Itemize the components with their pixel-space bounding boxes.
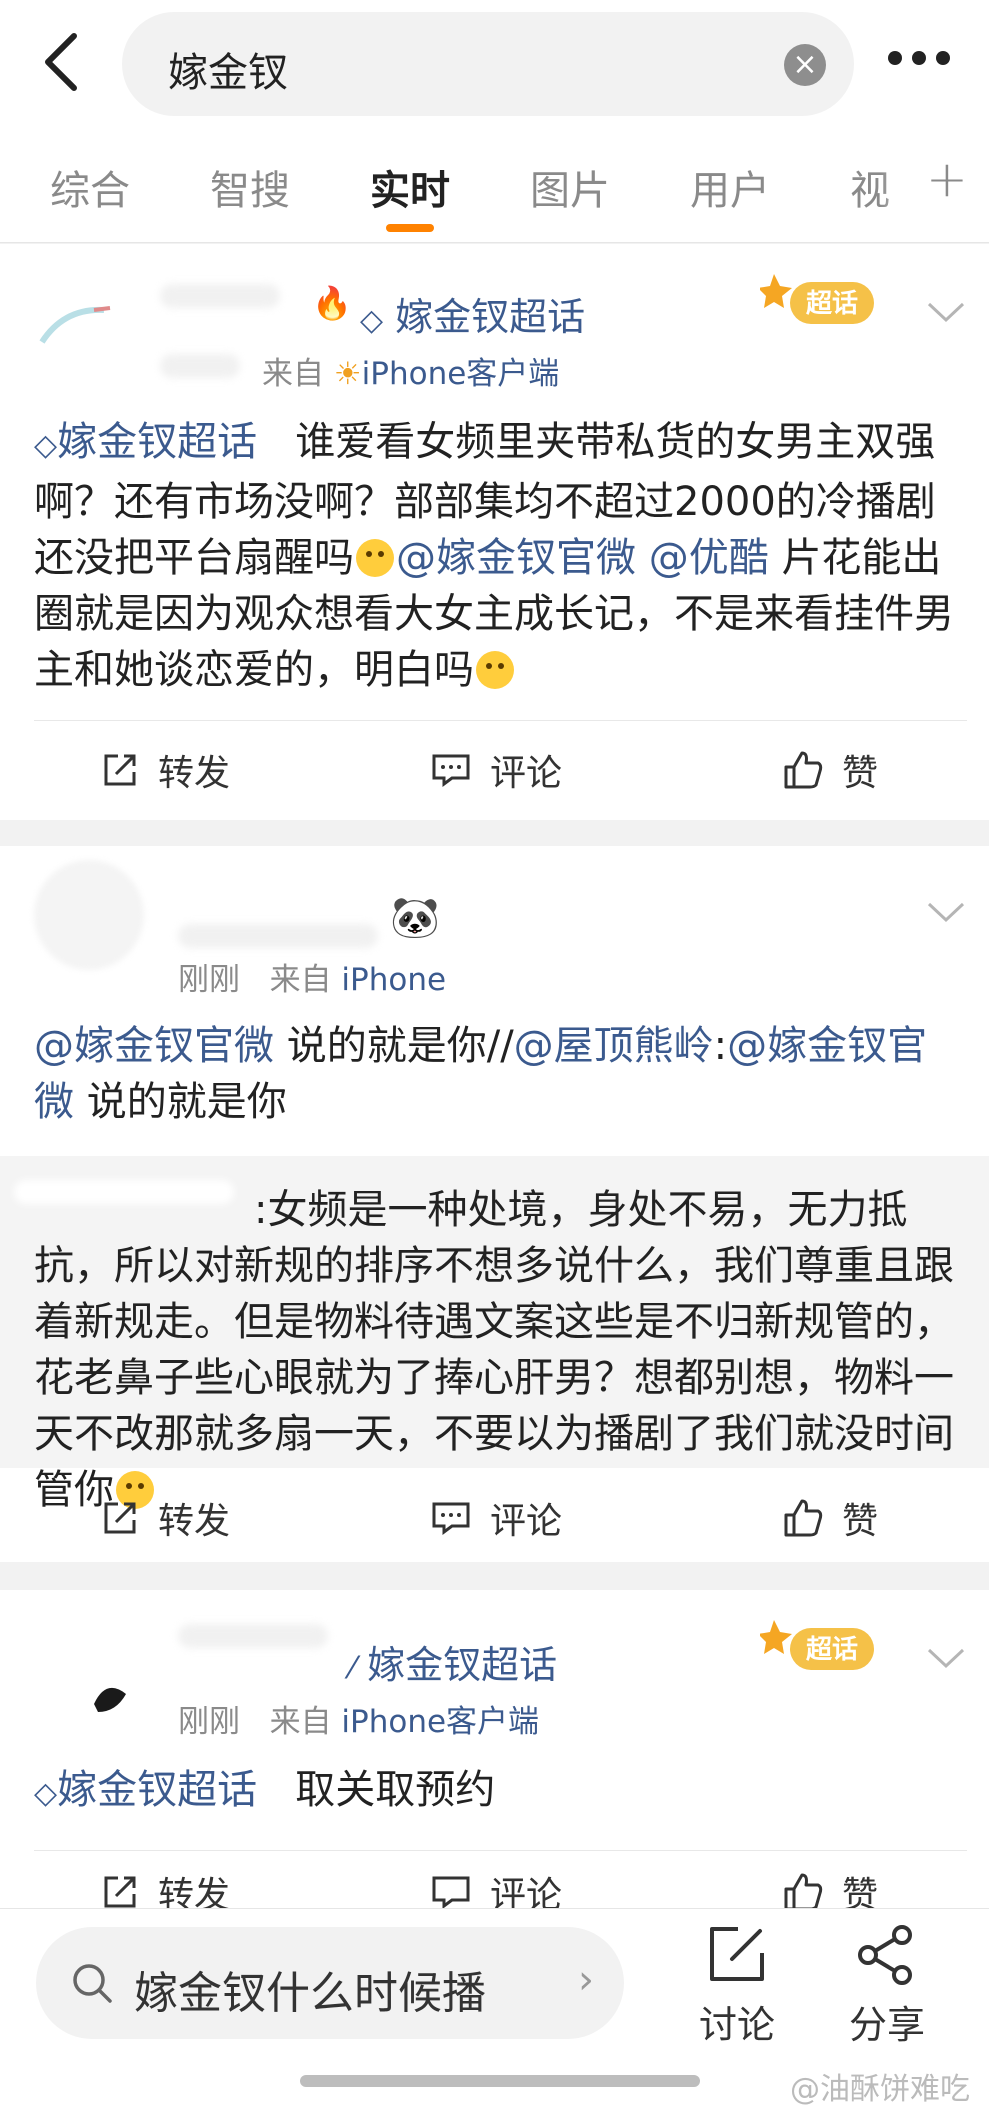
post-card[interactable]: 🔥 ◇ 嫁金钗超话 超话 来自 ☀iPhone客户端 ◇嫁金钗超话 谁爱看女频里… [0,244,989,820]
related-search-button[interactable]: 嫁金钗什么时候播 › [36,1927,624,2039]
supertopic-link[interactable]: ⁄ 嫁金钗超话 [350,1634,557,1689]
chevron-down-icon[interactable] [925,1642,967,1672]
repost-body: :女频是一种处境，身处不易，无力抵抗，所以对新规的排序不想多说什么，我们尊重且跟… [34,1187,954,1513]
chevron-down-icon[interactable] [925,896,967,926]
mention-link[interactable]: @优酷 [649,535,769,581]
like-button[interactable]: 赞 [782,1852,878,1908]
avatar-image [39,306,111,344]
share-label: 分享 [848,2003,925,2047]
search-query: 嫁金钗 [168,50,288,96]
watermark: @油酥饼难吃 [790,2072,970,2107]
tab-bar: 综合 智搜 实时 图片 用户 视 + [0,132,989,243]
tab-smart-search[interactable]: 智搜 [210,158,290,216]
thumbs-up-icon [784,751,823,789]
thumbs-up-icon [784,1873,823,1908]
supertopic-badge[interactable]: 超话 [760,1610,890,1686]
comment-button[interactable]: 评论 [430,1852,562,1908]
sun-icon: ☀ [333,356,362,392]
search-icon [73,1964,112,2003]
action-bar: 转发 评论 赞 [0,1852,989,1908]
top-bar: 嫁金钗 × [0,0,989,132]
hashtag-supertopic[interactable]: ◇嫁金钗超话 [34,419,257,465]
discuss-label: 讨论 [698,2003,775,2047]
repost-button[interactable]: 转发 [100,722,230,818]
comment-icon [432,754,470,787]
home-indicator[interactable] [300,2075,700,2087]
comment-icon [432,1502,470,1535]
comment-button[interactable]: 评论 [430,722,562,818]
chevron-down-icon[interactable] [925,296,967,326]
action-bar: 转发 评论 赞 [0,1470,989,1566]
source-link[interactable]: iPhone客户端 [341,1704,539,1740]
repost-button[interactable]: 转发 [100,1852,230,1908]
clear-icon[interactable]: × [784,44,826,86]
username-blurred[interactable] [178,924,378,948]
panda-icon: 🐼 [390,895,440,941]
svg-text:超话: 超话 [806,1635,858,1665]
share-button[interactable]: 分享 [832,1923,942,2049]
post-body: ◇嫁金钗超话 取关取预约 [34,1767,496,1813]
divider [34,1850,967,1851]
source-link[interactable]: iPhone客户端 [362,356,560,392]
add-tab-icon[interactable]: + [926,150,968,208]
comment-icon [432,1876,470,1908]
username-blurred[interactable] [160,284,280,308]
pen-icon: ⁄ [350,1651,356,1686]
back-arrow-icon[interactable] [38,30,88,94]
mention-link[interactable]: @屋顶熊岭 [514,1023,714,1069]
time-blurred [160,354,240,378]
post-card[interactable]: 🐼 刚刚 来自 iPhone @嫁金钗官微 说的就是你//@屋顶熊岭:@嫁金钗官… [0,846,989,1562]
like-button[interactable]: 赞 [782,1470,878,1566]
avatar-image [94,1687,126,1712]
related-search-text: 嫁金钗什么时候播 [134,1968,486,2019]
repost-block[interactable]: :女频是一种处境，身处不易，无力抵抗，所以对新规的排序不想多说什么，我们尊重且跟… [0,1156,989,1513]
action-bar: 转发 评论 赞 [0,722,989,818]
supertopic-link[interactable]: ◇ 嫁金钗超话 [360,286,585,341]
tab-fade [880,132,930,242]
chevron-right-icon: › [578,1957,594,2003]
avatar[interactable] [34,860,144,970]
repost-icon [104,1876,136,1908]
comment-button[interactable]: 评论 [430,1470,562,1566]
post-body: @嫁金钗官微 说的就是你//@屋顶熊岭:@嫁金钗官微 说的就是你 [34,1023,928,1125]
diamond-icon: ◇ [360,303,384,338]
tab-users[interactable]: 用户 [690,158,770,216]
repost-icon [104,1502,136,1534]
share-icon [858,1925,912,1985]
post-meta: 刚刚 来自 iPhone客户端 [178,1704,540,1740]
fire-icon: 🔥 [312,284,352,322]
tab-comprehensive[interactable]: 综合 [50,158,130,216]
more-icon[interactable] [888,50,978,74]
tab-images[interactable]: 图片 [530,158,610,216]
tab-realtime[interactable]: 实时 [370,158,450,216]
post-meta: 刚刚 来自 iPhone [178,962,447,998]
post-card[interactable]: ⁄ 嫁金钗超话 超话 刚刚 来自 iPhone客户端 ◇嫁金钗超话 取关取预约 … [0,1590,989,1908]
avatar[interactable] [34,1608,144,1718]
post-body: ◇嫁金钗超话 谁爱看女频里夹带私货的女男主双强啊？还有市场没啊？部部集均不超过2… [34,419,954,693]
source-link[interactable]: iPhone [341,962,446,998]
hashtag-supertopic[interactable]: ◇嫁金钗超话 [34,1767,257,1813]
mention-link[interactable]: @嫁金钗官微 [34,1023,274,1069]
post-meta: 来自 ☀iPhone客户端 [262,356,560,392]
mention-link[interactable]: @嫁金钗官微 [396,535,636,581]
username-blurred[interactable] [178,1624,328,1648]
thumbs-up-icon [784,1499,823,1537]
svg-text:超话: 超话 [806,289,858,319]
avatar[interactable] [34,270,144,380]
supertopic-badge[interactable]: 超话 [760,264,890,340]
active-tab-indicator [386,224,434,232]
repost-icon [104,754,136,786]
emoji-icon [356,539,394,577]
like-button[interactable]: 赞 [782,722,878,818]
emoji-icon [476,651,514,689]
discuss-button[interactable]: 讨论 [682,1923,792,2049]
edit-icon [710,1927,764,1981]
search-input[interactable]: 嫁金钗 × [122,12,854,116]
repost-button[interactable]: 转发 [100,1470,230,1566]
divider [34,720,967,721]
